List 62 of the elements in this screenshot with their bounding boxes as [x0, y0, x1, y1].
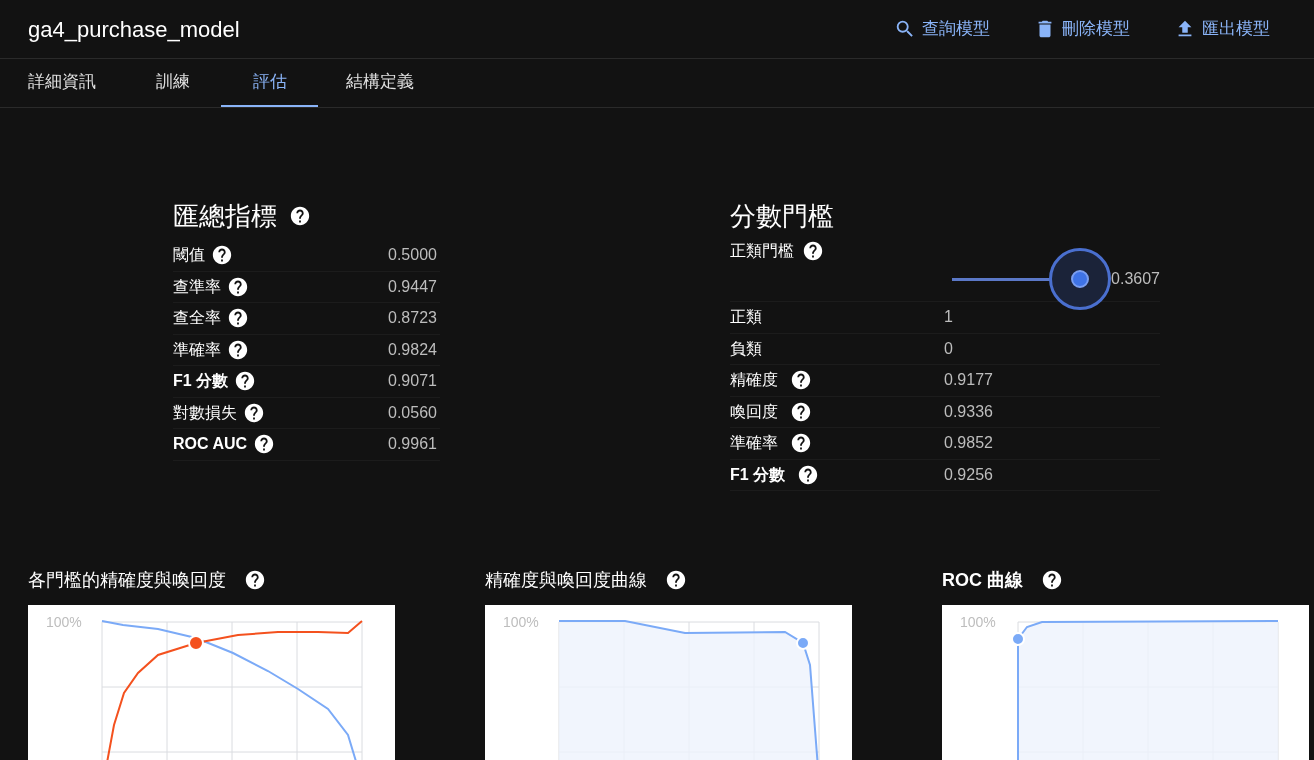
help-icon[interactable] — [227, 338, 249, 361]
action-button[interactable]: 刪除模型 — [1034, 16, 1130, 42]
metric-label: F1 分數 — [730, 464, 786, 485]
slider-label: 正類門檻 — [730, 241, 794, 261]
metric-value: 0.0560 — [388, 402, 437, 423]
help-icon[interactable] — [790, 400, 812, 423]
metric-value: 1 — [944, 307, 953, 328]
section-title: 匯總指標 — [173, 199, 277, 233]
metric-value: 0.9961 — [388, 434, 437, 455]
metric-value: 0.9177 — [944, 370, 993, 391]
tab[interactable]: 詳細資訊 — [0, 59, 124, 107]
metric-label: 喚回度 — [730, 401, 778, 422]
metric-value: 0.9824 — [388, 339, 437, 360]
help-icon[interactable] — [790, 369, 812, 392]
help-icon[interactable] — [797, 463, 820, 486]
metric-label: F1 分數 — [173, 371, 229, 392]
tab[interactable]: 結構定義 — [318, 59, 442, 107]
help-icon[interactable] — [227, 275, 249, 298]
help-icon[interactable] — [253, 433, 276, 456]
metric-value: 0.9256 — [944, 464, 993, 485]
axis-label: 100% — [503, 613, 539, 632]
metric-label: 查準率 — [173, 276, 221, 297]
model-title: ga4_purchase_model — [28, 15, 240, 44]
chart-title: 各門檻的精確度與喚回度 — [28, 568, 226, 592]
help-icon[interactable] — [234, 370, 257, 393]
chart-title: ROC 曲線 — [942, 568, 1023, 592]
point-marker — [188, 635, 204, 651]
chart-title: 精確度與喚回度曲線 — [485, 568, 647, 592]
help-icon[interactable] — [211, 244, 233, 267]
metric-value: 0.9852 — [944, 433, 993, 454]
metric-value: 0.8723 — [388, 308, 437, 329]
help-icon[interactable] — [1041, 569, 1063, 591]
tab[interactable]: 訓練 — [124, 59, 221, 107]
search-icon — [894, 18, 916, 40]
slider-value: 0.3607 — [1111, 269, 1160, 289]
metric-label: 正類 — [730, 307, 762, 328]
axis-label: 100% — [960, 613, 996, 632]
metric-label: 準確率 — [730, 433, 778, 454]
metric-value: 0 — [944, 338, 953, 359]
metric-value: 0.9447 — [388, 276, 437, 297]
metric-label: 查全率 — [173, 308, 221, 329]
metric-label: 閾值 — [173, 245, 205, 266]
metric-value: 0.5000 — [388, 245, 437, 266]
help-icon[interactable] — [227, 307, 249, 330]
metric-label: 負類 — [730, 338, 762, 359]
metric-value: 0.9071 — [388, 371, 437, 392]
help-icon[interactable] — [289, 205, 311, 227]
section-title: 分數門檻 — [730, 199, 834, 233]
action-button[interactable]: 查詢模型 — [894, 16, 990, 42]
axis-label: 100% — [46, 613, 82, 632]
help-icon[interactable] — [243, 401, 265, 424]
metric-label: ROC AUC — [173, 434, 248, 455]
help-icon[interactable] — [790, 432, 812, 455]
help-icon[interactable] — [244, 569, 266, 591]
metric-label: 準確率 — [173, 339, 221, 360]
help-icon[interactable] — [665, 569, 687, 591]
tab[interactable]: 評估 — [221, 59, 318, 107]
action-button[interactable]: 匯出模型 — [1174, 16, 1270, 42]
metric-label: 對數損失 — [173, 402, 237, 423]
help-icon[interactable] — [802, 240, 824, 262]
metric-label: 精確度 — [730, 370, 778, 391]
metric-value: 0.9336 — [944, 401, 993, 422]
